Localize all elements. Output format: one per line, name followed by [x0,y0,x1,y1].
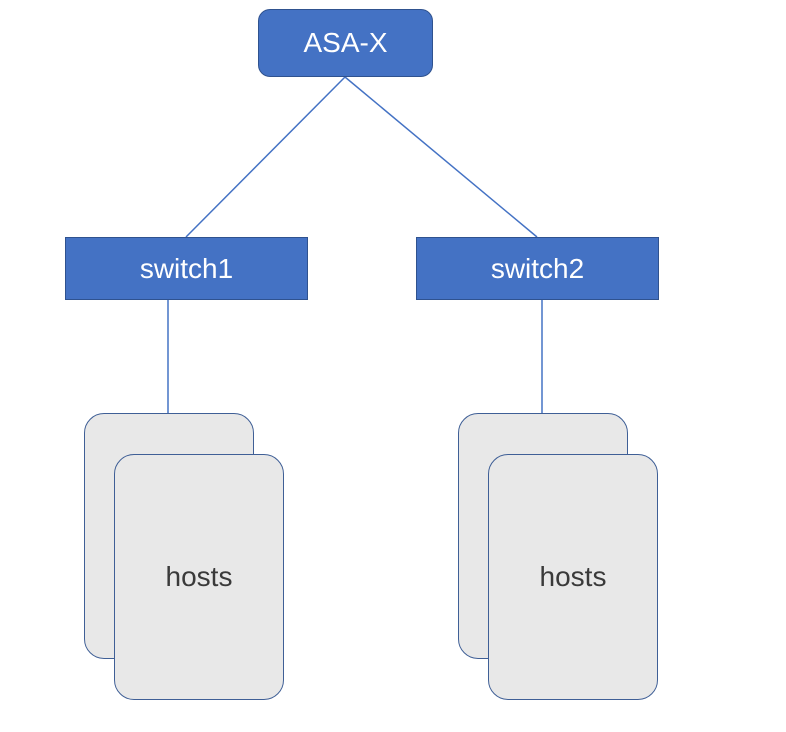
hosts1-card-front: hosts [114,454,284,700]
node-asa: ASA-X [258,9,433,77]
connector-asa-switch2 [345,77,537,237]
connector-asa-switch1 [186,77,345,237]
hosts1-label: hosts [166,561,233,593]
node-switch2: switch2 [416,237,659,300]
diagram-canvas: ASA-X switch1 switch2 hosts hosts [0,0,786,732]
hosts2-label: hosts [540,561,607,593]
node-switch1: switch1 [65,237,308,300]
hosts2-card-front: hosts [488,454,658,700]
node-asa-label: ASA-X [303,27,387,59]
node-switch1-label: switch1 [140,253,233,285]
node-switch2-label: switch2 [491,253,584,285]
